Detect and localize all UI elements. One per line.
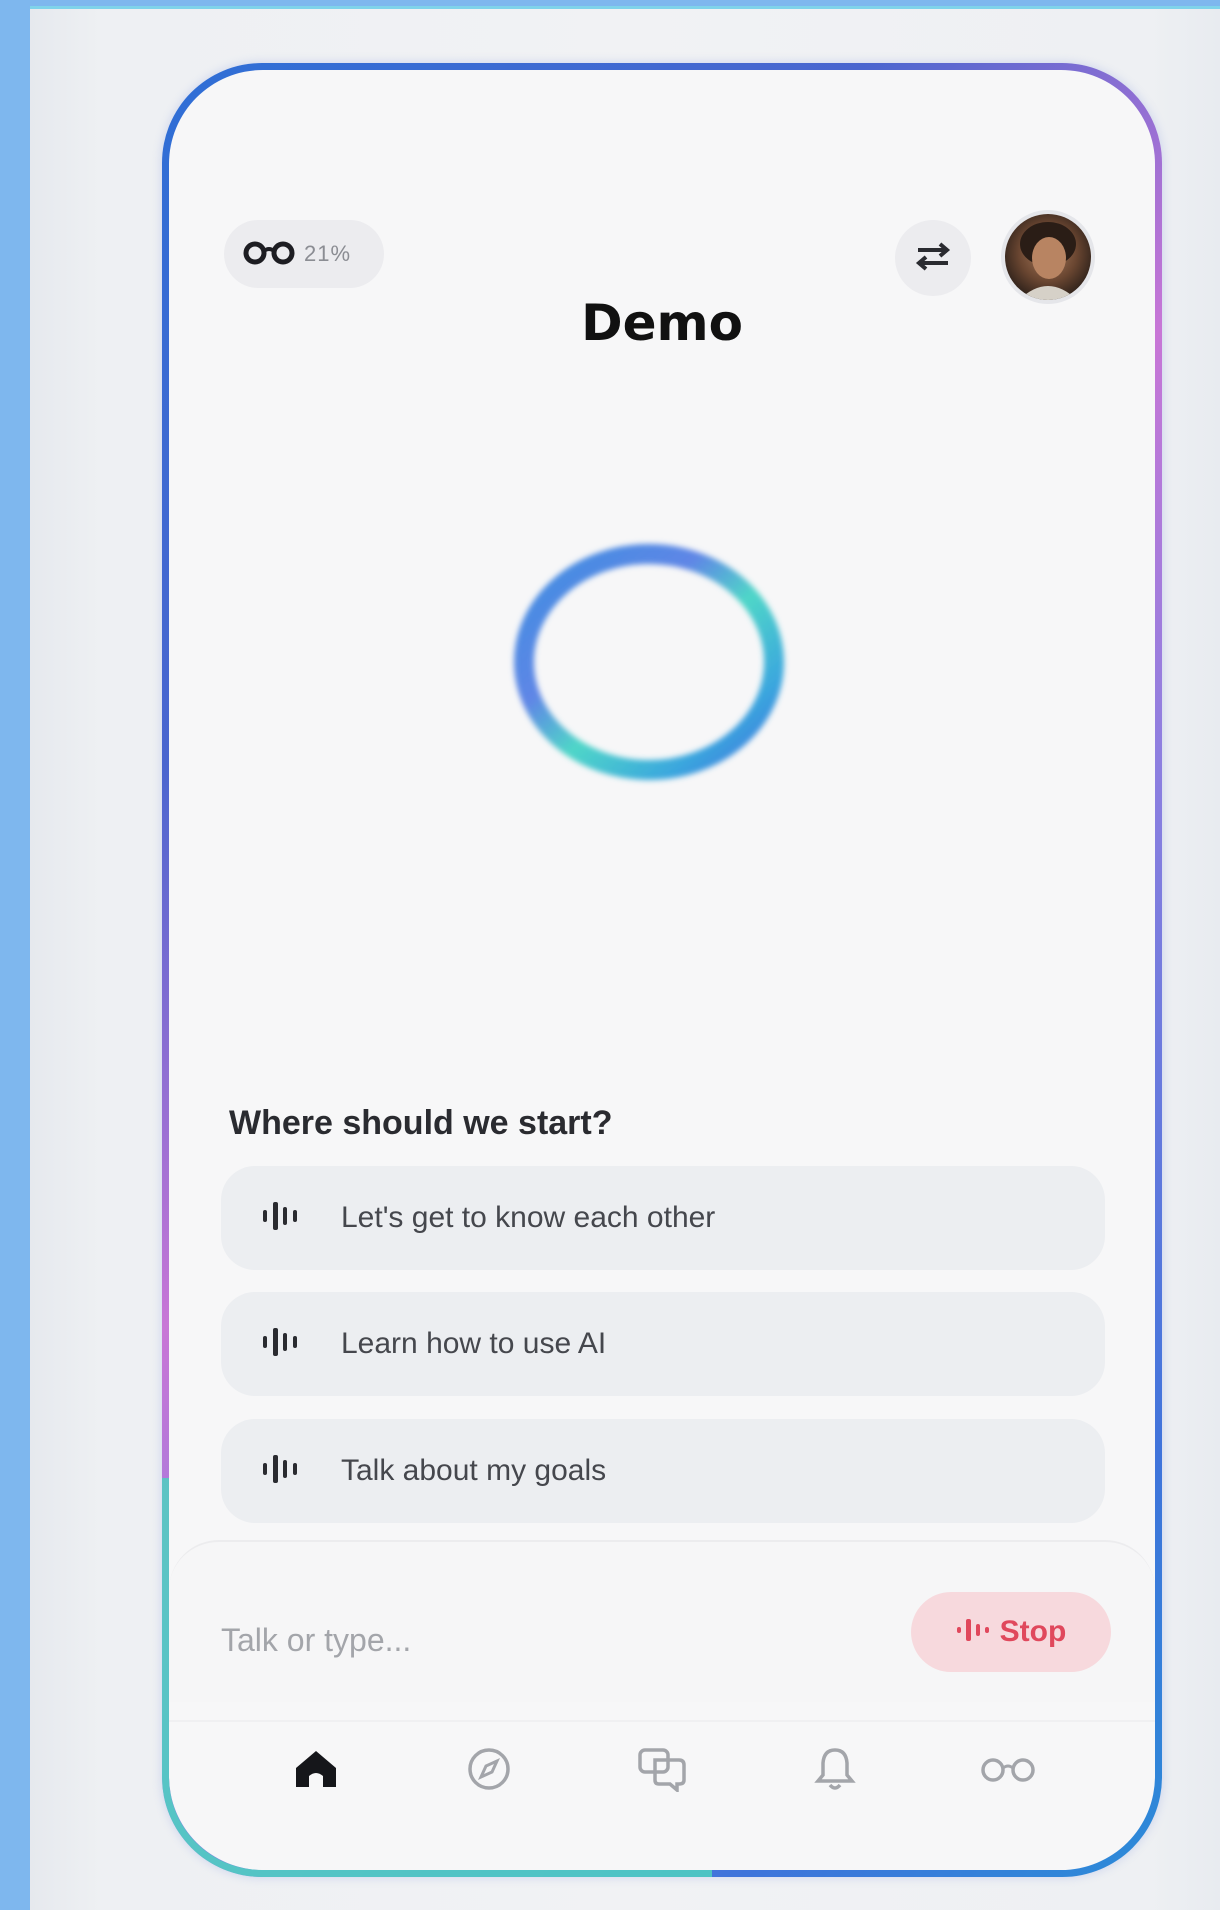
composer: Stop — [169, 1540, 1155, 1702]
glasses-icon — [978, 1755, 1038, 1788]
suggestion-goals[interactable]: Talk about my goals — [221, 1419, 1105, 1523]
bell-icon — [813, 1745, 857, 1798]
suggestion-label: Let's get to know each other — [341, 1201, 716, 1234]
screen-background: 21% Demo Where should we start? Let's ge… — [30, 6, 1220, 1910]
listening-orb — [504, 532, 794, 792]
page-title: Demo — [581, 294, 743, 352]
settings-button[interactable] — [895, 220, 971, 296]
chat-icon — [637, 1746, 687, 1797]
home-icon — [293, 1748, 339, 1795]
suggestion-get-to-know[interactable]: Let's get to know each other — [221, 1166, 1105, 1270]
phone-frame: 21% Demo Where should we start? Let's ge… — [162, 63, 1162, 1877]
voice-wave-icon — [261, 1324, 301, 1365]
voice-wave-icon — [261, 1198, 301, 1239]
sliders-icon — [914, 241, 952, 276]
talk-or-type-input[interactable] — [219, 1614, 823, 1666]
suggestion-learn-ai[interactable]: Learn how to use AI — [221, 1292, 1105, 1396]
bottom-tab-bar — [169, 1720, 1155, 1820]
prompt-heading: Where should we start? — [229, 1104, 613, 1142]
compass-icon — [465, 1745, 513, 1798]
tab-notifications[interactable] — [800, 1736, 870, 1806]
app-screen: 21% Demo Where should we start? Let's ge… — [169, 70, 1155, 1870]
voice-wave-icon — [956, 1616, 990, 1649]
avatar[interactable] — [1005, 214, 1091, 300]
glasses-icon — [242, 239, 296, 270]
stop-button[interactable]: Stop — [911, 1592, 1111, 1672]
tab-chats[interactable] — [627, 1736, 697, 1806]
suggestion-label: Talk about my goals — [341, 1454, 607, 1487]
battery-percent: 21% — [304, 241, 352, 266]
suggestion-label: Learn how to use AI — [341, 1327, 607, 1360]
tab-explore[interactable] — [454, 1736, 524, 1806]
tab-glasses[interactable] — [973, 1736, 1043, 1806]
tab-home[interactable] — [281, 1736, 351, 1806]
stop-label: Stop — [999, 1615, 1067, 1648]
glasses-battery-pill[interactable]: 21% — [224, 220, 384, 288]
voice-wave-icon — [261, 1451, 301, 1492]
